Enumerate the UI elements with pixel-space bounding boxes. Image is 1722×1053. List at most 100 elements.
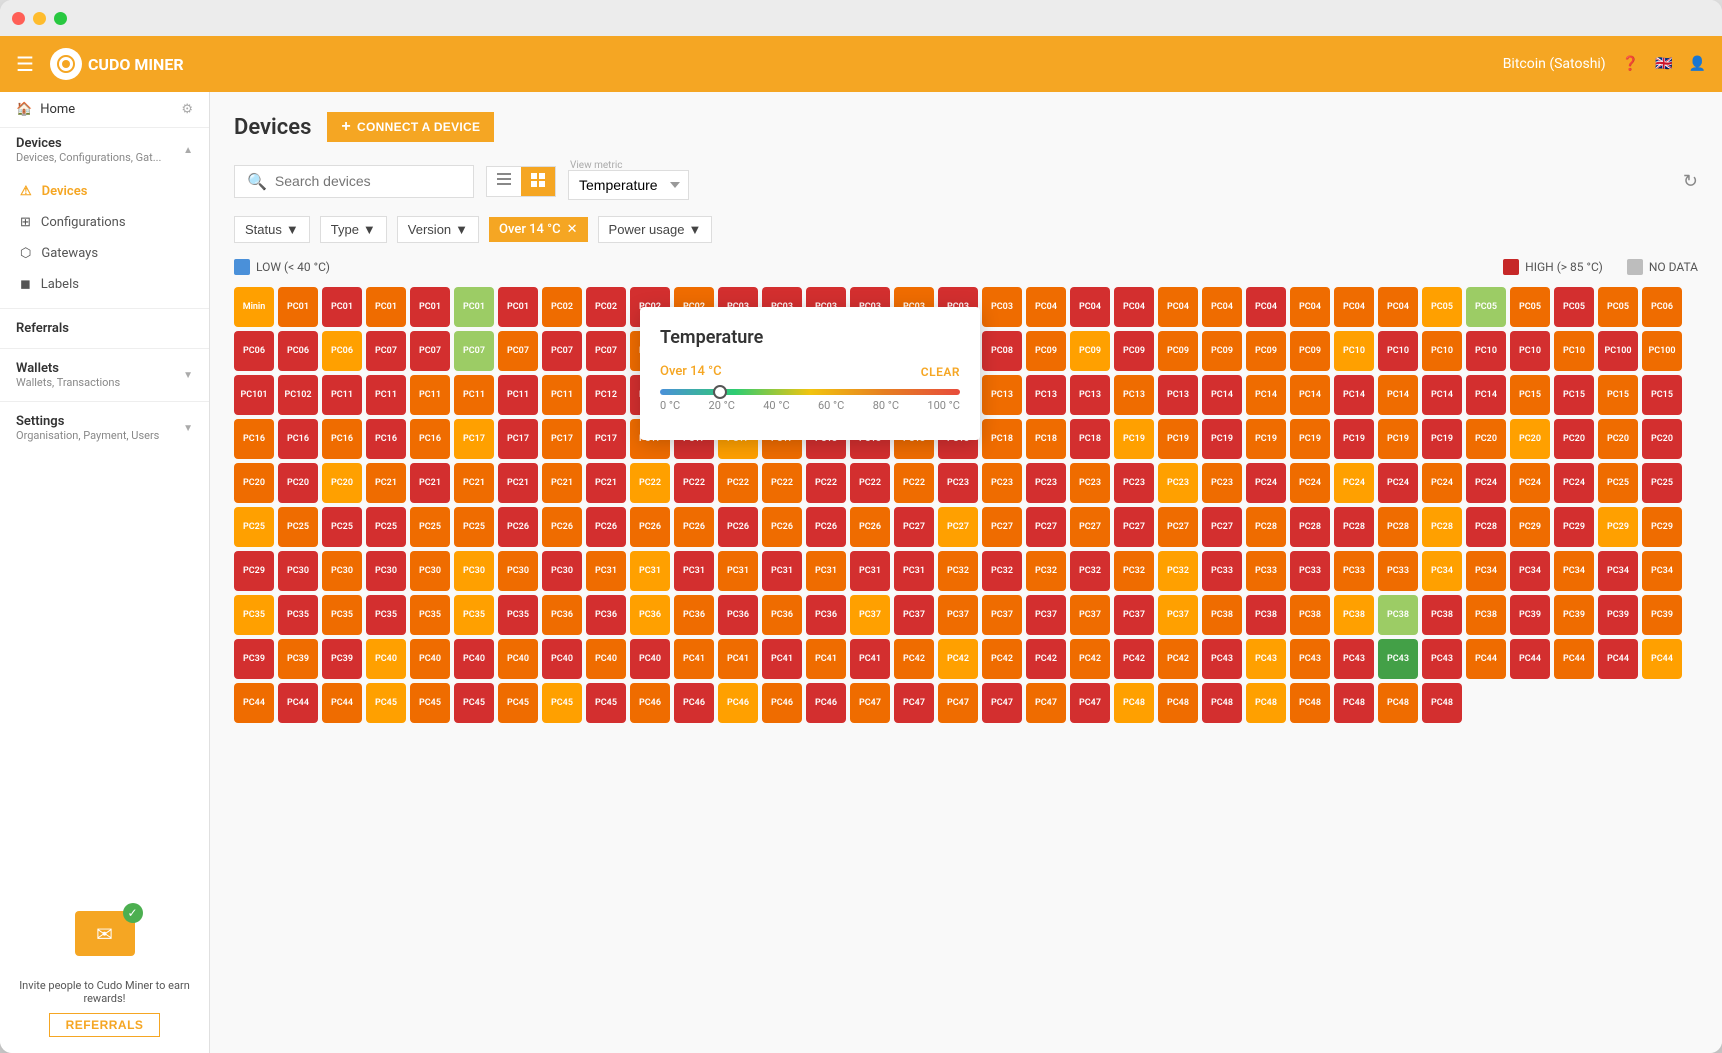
device-tile[interactable]: PC48 [1158,683,1198,723]
sidebar-item-referrals[interactable]: Referrals [0,313,209,344]
device-tile[interactable]: PC21 [498,463,538,503]
device-tile[interactable]: PC34 [1642,551,1682,591]
device-tile[interactable]: PC17 [454,419,494,459]
device-tile[interactable]: PC34 [1466,551,1506,591]
device-tile[interactable]: PC17 [542,419,582,459]
device-tile[interactable]: PC07 [542,331,582,371]
device-tile[interactable]: PC07 [586,331,626,371]
device-tile[interactable]: PC48 [1378,683,1418,723]
device-tile[interactable]: PC40 [410,639,450,679]
device-tile[interactable]: PC11 [542,375,582,415]
device-tile[interactable]: PC32 [1114,551,1154,591]
device-tile[interactable]: PC11 [454,375,494,415]
search-input[interactable] [275,173,461,189]
device-tile[interactable]: PC10 [1510,331,1550,371]
device-tile[interactable]: PC21 [542,463,582,503]
device-tile[interactable]: PC05 [1466,287,1506,327]
device-tile[interactable]: PC14 [1422,375,1462,415]
device-tile[interactable]: PC30 [366,551,406,591]
device-tile[interactable]: PC39 [322,639,362,679]
device-tile[interactable]: PC38 [1378,595,1418,635]
sidebar-item-devices[interactable]: ⚠ Devices [0,176,209,207]
device-tile[interactable]: PC27 [1026,507,1066,547]
device-tile[interactable]: PC35 [366,595,406,635]
device-tile[interactable]: PC46 [630,683,670,723]
device-tile[interactable]: PC30 [322,551,362,591]
device-tile[interactable]: PC36 [586,595,626,635]
device-tile[interactable]: PC30 [410,551,450,591]
search-box[interactable]: 🔍 [234,165,474,198]
device-tile[interactable]: PC41 [806,639,846,679]
device-tile[interactable]: PC07 [498,331,538,371]
device-tile[interactable]: PC10 [1466,331,1506,371]
device-tile[interactable]: PC31 [806,551,846,591]
device-tile[interactable]: PC26 [718,507,758,547]
sidebar-section-devices[interactable]: Devices Devices, Configurations, Gat... … [0,128,209,172]
device-tile[interactable]: PC24 [1510,463,1550,503]
device-tile[interactable]: PC23 [1158,463,1198,503]
device-tile[interactable]: PC27 [1114,507,1154,547]
device-tile[interactable]: PC38 [1202,595,1242,635]
device-tile[interactable]: PC36 [806,595,846,635]
device-tile[interactable]: PC29 [1554,507,1594,547]
device-tile[interactable]: PC26 [498,507,538,547]
device-tile[interactable]: PC04 [1114,287,1154,327]
device-tile[interactable]: PC01 [322,287,362,327]
device-tile[interactable]: PC31 [718,551,758,591]
device-tile[interactable]: PC47 [894,683,934,723]
device-tile[interactable]: PC26 [586,507,626,547]
device-tile[interactable]: PC01 [366,287,406,327]
device-tile[interactable]: PC25 [366,507,406,547]
device-tile[interactable]: PC39 [1642,595,1682,635]
device-tile[interactable]: PC27 [1070,507,1110,547]
refresh-button[interactable]: ↻ [1683,171,1698,192]
device-tile[interactable]: PC05 [1598,287,1638,327]
device-tile[interactable]: PC04 [1246,287,1286,327]
device-tile[interactable]: PC36 [718,595,758,635]
device-tile[interactable]: PC45 [542,683,582,723]
sidebar-item-configurations[interactable]: ⊞ Configurations [0,207,209,238]
device-tile[interactable]: PC14 [1290,375,1330,415]
device-tile[interactable]: PC45 [454,683,494,723]
device-tile[interactable]: PC44 [1598,639,1638,679]
device-tile[interactable]: PC29 [234,551,274,591]
device-tile[interactable]: PC44 [1466,639,1506,679]
device-tile[interactable]: PC04 [1070,287,1110,327]
device-tile[interactable]: PC26 [806,507,846,547]
device-tile[interactable]: PC47 [1070,683,1110,723]
device-tile[interactable]: PC28 [1378,507,1418,547]
device-tile[interactable]: PC22 [762,463,802,503]
device-tile[interactable]: PC39 [1510,595,1550,635]
device-tile[interactable]: PC21 [586,463,626,503]
device-tile[interactable]: PC37 [1070,595,1110,635]
device-tile[interactable]: PC23 [982,463,1022,503]
device-tile[interactable]: PC35 [454,595,494,635]
device-tile[interactable]: PC22 [718,463,758,503]
device-tile[interactable]: PC07 [454,331,494,371]
device-tile[interactable]: PC46 [762,683,802,723]
active-temperature-filter[interactable]: Over 14 °C ✕ [489,217,588,242]
device-tile[interactable]: PC44 [1554,639,1594,679]
device-tile[interactable]: PC39 [1598,595,1638,635]
device-tile[interactable]: PC24 [1246,463,1286,503]
maximize-button[interactable] [54,12,67,25]
device-tile[interactable]: PC31 [586,551,626,591]
device-tile[interactable]: PC36 [674,595,714,635]
device-tile[interactable]: PC20 [1598,419,1638,459]
minimize-button[interactable] [33,12,46,25]
device-tile[interactable]: PC16 [278,419,318,459]
device-tile[interactable]: PC28 [1422,507,1462,547]
device-tile[interactable]: PC22 [806,463,846,503]
device-tile[interactable]: PC40 [630,639,670,679]
device-tile[interactable]: PC10 [1378,331,1418,371]
device-tile[interactable]: PC42 [1070,639,1110,679]
device-tile[interactable]: PC42 [982,639,1022,679]
device-tile[interactable]: PC48 [1290,683,1330,723]
device-tile[interactable]: PC37 [850,595,890,635]
device-tile[interactable]: PC09 [1202,331,1242,371]
device-tile[interactable]: PC10 [1334,331,1374,371]
device-tile[interactable]: PC40 [498,639,538,679]
device-tile[interactable]: PC28 [1290,507,1330,547]
device-tile[interactable]: PC32 [938,551,978,591]
device-tile[interactable]: PC36 [630,595,670,635]
